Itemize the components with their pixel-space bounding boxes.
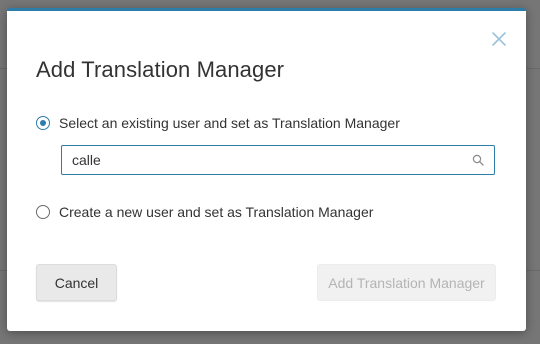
search-icon — [472, 154, 484, 166]
new-user-radio[interactable] — [36, 205, 50, 219]
dialog-title: Add Translation Manager — [36, 57, 285, 82]
option-existing-user[interactable]: Select an existing user and set as Trans… — [36, 115, 400, 131]
close-icon — [492, 32, 506, 46]
existing-user-label: Select an existing user and set as Trans… — [59, 115, 400, 131]
add-translation-manager-dialog: Add Translation Manager Select an existi… — [7, 8, 526, 331]
user-search-field[interactable] — [61, 145, 495, 175]
cancel-button[interactable]: Cancel — [36, 264, 117, 301]
existing-user-radio[interactable] — [36, 116, 50, 130]
option-new-user[interactable]: Create a new user and set as Translation… — [36, 204, 373, 220]
close-button[interactable] — [490, 30, 508, 48]
new-user-label: Create a new user and set as Translation… — [59, 204, 374, 220]
user-search-input[interactable] — [72, 146, 452, 174]
add-translation-manager-button[interactable]: Add Translation Manager — [317, 264, 496, 301]
